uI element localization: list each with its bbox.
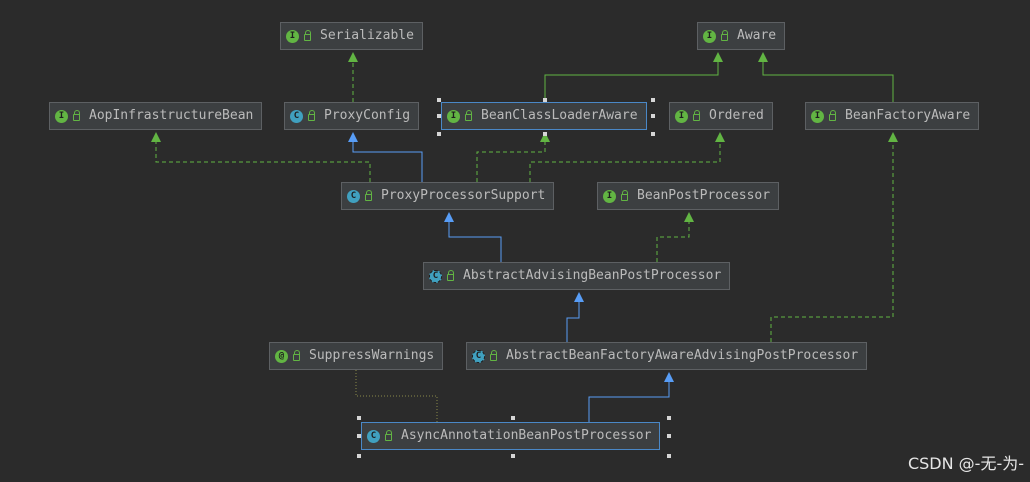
- selection-handle[interactable]: [437, 98, 441, 102]
- lock-icon: [308, 109, 315, 121]
- edge-aabpp-pps: [444, 212, 502, 262]
- edge-pps-aopinfra: [151, 132, 371, 182]
- edge-async-suppress: [355, 370, 438, 422]
- node-proxy-processor-support[interactable]: C ProxyProcessorSupport: [341, 182, 555, 210]
- node-label: AbstractBeanFactoryAwareAdvisingPostProc…: [506, 348, 859, 363]
- node-label: Ordered: [709, 108, 764, 123]
- arrowhead: [574, 292, 584, 302]
- edge-bclaware-aware: [544, 52, 723, 102]
- lock-icon: [385, 429, 392, 441]
- edge-abfaapp-bfaware: [770, 132, 898, 342]
- selection-handle[interactable]: [651, 132, 655, 136]
- lock-icon: [73, 109, 80, 121]
- node-label: SuppressWarnings: [309, 348, 435, 363]
- lock-icon: [304, 29, 311, 41]
- lock-icon: [693, 109, 700, 121]
- node-label: Serializable: [320, 28, 414, 43]
- interface-icon: I: [603, 189, 616, 203]
- arrowhead: [444, 212, 454, 222]
- selection-handle[interactable]: [437, 132, 441, 136]
- arrowhead: [151, 132, 161, 142]
- selection-handle[interactable]: [651, 114, 655, 118]
- lock-icon: [465, 109, 472, 121]
- node-aware[interactable]: I Aware: [697, 22, 786, 50]
- interface-icon: I: [703, 29, 716, 43]
- class-icon: C: [367, 429, 380, 443]
- selection-handle[interactable]: [357, 416, 361, 420]
- selection-handle[interactable]: [543, 132, 547, 136]
- edge-aabpp-bpp: [656, 212, 694, 262]
- edge-abfaapp-aabpp: [566, 292, 584, 342]
- node-label: AsyncAnnotationBeanPostProcessor: [401, 428, 652, 443]
- node-suppress-warnings[interactable]: @ SuppressWarnings: [269, 342, 444, 370]
- class-icon: C: [290, 109, 303, 123]
- node-ordered[interactable]: I Ordered: [669, 102, 773, 130]
- selection-handle[interactable]: [437, 114, 441, 118]
- node-abstract-bean-factory-aware-advising-post-processor[interactable]: C AbstractBeanFactoryAwareAdvisingPostPr…: [466, 342, 868, 370]
- arrowhead: [758, 52, 768, 62]
- selection-handle[interactable]: [667, 416, 671, 420]
- lock-icon: [721, 29, 728, 41]
- edge-async-abfaapp: [588, 372, 674, 422]
- selection-handle[interactable]: [667, 434, 671, 438]
- node-label: BeanFactoryAware: [845, 108, 971, 123]
- abstract-class-icon: C: [472, 349, 485, 363]
- class-icon: C: [347, 189, 360, 203]
- arrowhead: [348, 52, 358, 62]
- node-label: Aware: [737, 28, 777, 43]
- node-label: ProxyProcessorSupport: [381, 188, 546, 203]
- selection-handle[interactable]: [543, 98, 547, 102]
- lock-icon: [490, 349, 497, 361]
- node-label: BeanClassLoaderAware: [481, 108, 638, 123]
- node-bean-class-loader-aware[interactable]: I BeanClassLoaderAware: [441, 102, 647, 130]
- edge-bfaware-aware: [758, 52, 894, 102]
- selection-handle[interactable]: [667, 454, 671, 458]
- watermark: CSDN @-无-为-: [907, 454, 1024, 473]
- node-serializable[interactable]: I Serializable: [280, 22, 423, 50]
- selection-handle[interactable]: [357, 434, 361, 438]
- node-bean-factory-aware[interactable]: I BeanFactoryAware: [805, 102, 980, 130]
- selection-handle[interactable]: [357, 454, 361, 458]
- selection-handle[interactable]: [511, 454, 515, 458]
- node-bean-post-processor[interactable]: I BeanPostProcessor: [597, 182, 780, 210]
- abstract-class-icon: C: [429, 269, 442, 283]
- lock-icon: [829, 109, 836, 121]
- node-async-annotation-bean-post-processor[interactable]: C AsyncAnnotationBeanPostProcessor: [361, 422, 661, 450]
- arrowhead: [713, 52, 723, 62]
- lock-icon: [447, 269, 454, 281]
- selection-handle[interactable]: [511, 416, 515, 420]
- interface-icon: I: [447, 109, 460, 123]
- lock-icon: [621, 189, 628, 201]
- interface-icon: I: [286, 29, 299, 43]
- arrowhead: [348, 132, 358, 142]
- interface-icon: I: [55, 109, 68, 123]
- edge-pps-proxyconfig: [348, 132, 423, 182]
- edge-pps-bclaware: [476, 132, 550, 182]
- arrowhead: [664, 372, 674, 382]
- node-label: AopInfrastructureBean: [89, 108, 254, 123]
- edge-proxyconfig-serializable: [348, 52, 358, 102]
- lock-icon: [365, 189, 372, 201]
- node-label: AbstractAdvisingBeanPostProcessor: [463, 268, 722, 283]
- interface-icon: I: [811, 109, 824, 123]
- edge-pps-ordered: [529, 132, 725, 182]
- arrowhead: [684, 212, 694, 222]
- node-label: ProxyConfig: [324, 108, 411, 123]
- node-aop-infrastructure-bean[interactable]: I AopInfrastructureBean: [49, 102, 263, 130]
- annotation-icon: @: [275, 349, 288, 363]
- arrowhead: [715, 132, 725, 142]
- lock-icon: [293, 349, 300, 361]
- interface-icon: I: [675, 109, 688, 123]
- node-label: BeanPostProcessor: [637, 188, 771, 203]
- node-abstract-advising-bean-post-processor[interactable]: C AbstractAdvisingBeanPostProcessor: [423, 262, 731, 290]
- node-proxy-config[interactable]: C ProxyConfig: [284, 102, 420, 130]
- diagram-canvas: [151, 52, 898, 422]
- selection-handle[interactable]: [651, 98, 655, 102]
- arrowhead: [888, 132, 898, 142]
